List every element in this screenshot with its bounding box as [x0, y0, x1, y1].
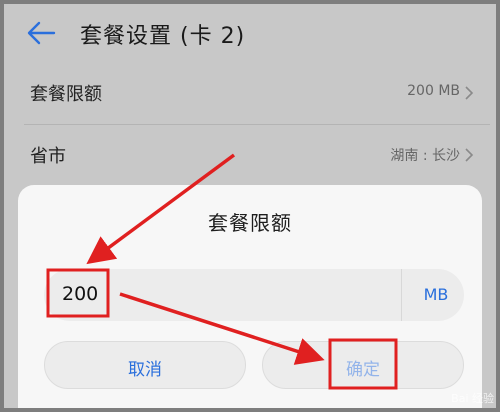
- watermark: Bai 经验: [451, 392, 494, 405]
- page-title: 套餐设置 (卡 2): [80, 24, 246, 49]
- row-label: 省市: [30, 146, 66, 167]
- limit-dialog: 套餐限额 200 MB 取消 确定: [18, 185, 482, 408]
- row-label: 套餐限额: [30, 84, 102, 105]
- chevron-right-icon: [465, 148, 474, 162]
- row-value: 200 MB: [407, 83, 460, 99]
- row-plan-limit[interactable]: 套餐限额 200 MB: [4, 62, 496, 124]
- limit-input-value[interactable]: 200: [62, 283, 98, 305]
- phone-screen: 套餐设置 (卡 2) 套餐限额 200 MB 省市 湖南 : 长沙 套餐限额 2…: [4, 4, 496, 408]
- input-separator: [401, 269, 402, 321]
- unit-selector[interactable]: MB: [414, 285, 458, 304]
- cancel-label: 取消: [128, 360, 162, 380]
- app-bar: 套餐设置 (卡 2): [4, 4, 496, 62]
- back-button[interactable]: [26, 20, 56, 46]
- row-province-city[interactable]: 省市 湖南 : 长沙: [4, 124, 496, 186]
- dialog-title: 套餐限额: [208, 211, 292, 235]
- arrow-left-icon: [27, 21, 56, 45]
- row-value: 湖南 : 长沙: [390, 148, 460, 164]
- confirm-button[interactable]: 确定: [262, 341, 464, 389]
- chevron-right-icon: [465, 86, 474, 100]
- cancel-button[interactable]: 取消: [44, 341, 246, 389]
- confirm-label: 确定: [346, 360, 380, 380]
- limit-input-field[interactable]: 200 MB: [44, 269, 464, 321]
